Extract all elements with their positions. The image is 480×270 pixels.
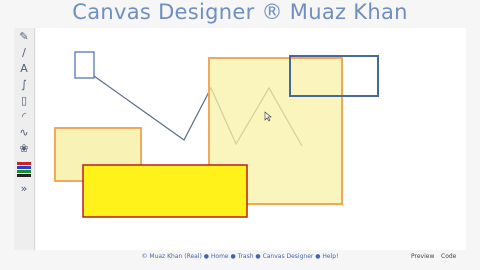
tool-palette: ✎ ∕ A ∫ ▯ ◜ ∿ ❀ » [14, 28, 35, 250]
line-tool-icon[interactable]: ∕ [16, 46, 32, 60]
color-swatch-red[interactable] [17, 162, 31, 165]
rectangle-tool-icon[interactable]: ▯ [16, 94, 32, 108]
expand-icon[interactable]: » [16, 182, 32, 196]
footer: © Muaz Khan (Real) ● Home ● Trash ● Canv… [0, 250, 480, 270]
small-blue-square [74, 51, 95, 79]
canvas-drawing [54, 51, 379, 218]
preview-link[interactable]: Preview [411, 252, 434, 262]
text-tool-icon[interactable]: A [16, 62, 32, 76]
pencil-tool-icon[interactable]: ✎ [16, 30, 32, 44]
page-title: Canvas Designer ® Muaz Khan [72, 0, 408, 24]
drawing-canvas[interactable] [36, 28, 466, 250]
color-swatch-blue[interactable] [17, 166, 31, 169]
quadratic-tool-icon[interactable]: ∿ [16, 126, 32, 140]
color-swatch-green[interactable] [17, 170, 31, 173]
arc-tool-icon[interactable]: ◜ [16, 110, 32, 124]
bezier-tool-icon[interactable]: ∫ [16, 78, 32, 92]
bright-yellow-rect [82, 164, 248, 218]
footer-links[interactable]: © Muaz Khan (Real) ● Home ● Trash ● Canv… [0, 252, 480, 262]
code-link[interactable]: Code [441, 252, 456, 262]
color-swatch-black[interactable] [17, 174, 31, 177]
image-tool-icon[interactable]: ❀ [16, 142, 32, 156]
